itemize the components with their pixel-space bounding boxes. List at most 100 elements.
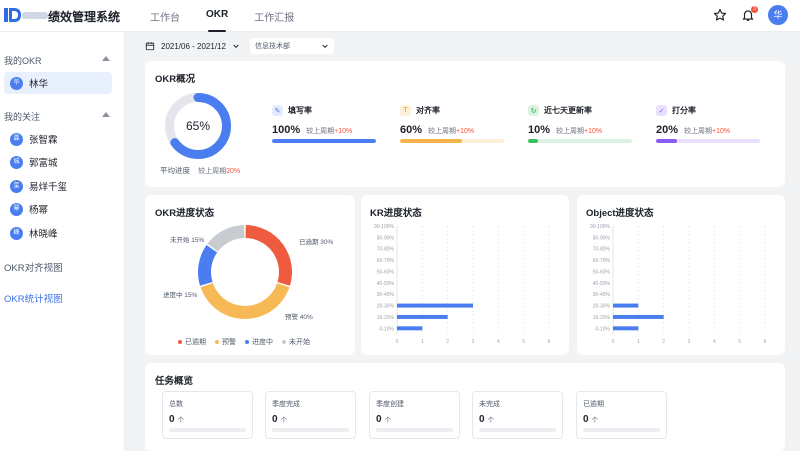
donut-slice[interactable] — [200, 283, 290, 319]
y-tick-label: 60-70% — [377, 258, 395, 264]
sidebar-user[interactable]: 霖 张智霖 — [4, 128, 112, 150]
sidebar-user-name: 杨幂 — [29, 205, 49, 216]
following-heading[interactable]: 我的关注 — [4, 110, 40, 123]
x-tick-label: 3 — [472, 339, 475, 345]
metric-values: 20% 较上周期+10% — [656, 124, 760, 136]
metric-header: ↻ 近七天更新率 — [528, 105, 632, 116]
metric-values: 60% 较上周期+10% — [400, 124, 504, 136]
metric-name: 近七天更新率 — [544, 106, 592, 115]
task-stat-value: 0个 — [272, 414, 287, 425]
avg-progress-ring: 65% — [163, 91, 233, 161]
okr-status-title: OKR进度状态 — [155, 208, 215, 219]
delta-value: 20% — [226, 168, 241, 175]
collapse-following-icon[interactable] — [102, 112, 110, 117]
task-stat-card[interactable]: 已逾期 0 个 — [576, 391, 667, 439]
notification-button[interactable]: 3 — [740, 6, 758, 23]
metric-header: ✓ 打分率 — [656, 105, 760, 116]
date-range-value: 2021/06 - 2021/12 — [161, 41, 226, 51]
kr-status-title: KR进度状态 — [370, 208, 422, 219]
nav-work-report[interactable]: 工作汇报 — [254, 9, 294, 32]
nav-okr[interactable]: OKR — [206, 9, 228, 32]
bar[interactable] — [613, 303, 639, 308]
x-tick-label: 6 — [764, 339, 767, 345]
sidebar-user-name: 易烊千玺 — [29, 182, 68, 193]
legend-label: 进度中 — [252, 339, 273, 346]
user-avatar[interactable]: 华 — [768, 5, 788, 25]
y-tick-label: 30-40% — [377, 292, 395, 298]
metric-value: 10% — [528, 124, 551, 136]
task-stat-label: 总数 — [169, 401, 183, 408]
sidebar-user[interactable]: 玺 易烊千玺 — [4, 175, 112, 197]
collapse-my-okr-icon[interactable] — [102, 56, 110, 61]
task-stat-card[interactable]: 季度创建 0 个 — [369, 391, 460, 439]
sidebar-user[interactable]: 幂 杨幂 — [4, 198, 112, 220]
bar[interactable] — [613, 314, 664, 319]
avg-progress-text: 平均进度 — [160, 166, 190, 175]
legend-item: 已逾期 — [178, 337, 206, 347]
task-stat-number: 0 — [479, 414, 485, 425]
my-okr-heading[interactable]: 我的OKR — [4, 54, 42, 67]
metric-compare: 较上周期+10% — [684, 126, 730, 136]
task-stat-number: 0 — [376, 414, 382, 425]
x-tick-label: 0 — [396, 339, 399, 345]
metric-compare: 较上周期+10% — [306, 126, 352, 136]
okr-status-donut — [198, 225, 292, 319]
x-tick-label: 4 — [713, 339, 716, 345]
metric-header: T 对齐率 — [400, 105, 504, 116]
sidebar-user-name: 张智霖 — [29, 135, 58, 146]
avatar: 城 — [10, 155, 23, 169]
sidebar-user[interactable]: 城 郭富城 — [4, 151, 112, 173]
avg-progress-label: 平均进度 较上周期20% — [160, 165, 240, 176]
metric-card: ✓ 打分率 20% 较上周期+10% — [656, 105, 760, 143]
sidebar-user-name: 林晓峰 — [29, 229, 58, 240]
task-stat-card[interactable]: 未完成 0 个 — [472, 391, 563, 439]
y-tick-label: 10-20% — [593, 315, 611, 321]
bar[interactable] — [397, 326, 423, 331]
y-tick-label: 90-100% — [374, 224, 395, 230]
compare-text: 较上周期 — [198, 168, 227, 175]
donut-slice[interactable] — [198, 245, 218, 286]
donut-slice[interactable] — [207, 225, 245, 252]
task-stat-bar — [376, 428, 453, 432]
metric-card: ↻ 近七天更新率 10% 较上周期+10% — [528, 105, 632, 143]
metric-name: 填写率 — [288, 106, 312, 115]
y-tick-label: 20-30% — [377, 304, 395, 310]
bar[interactable] — [397, 303, 473, 308]
date-range-picker[interactable]: 2021/06 - 2021/12 — [145, 41, 240, 51]
favorite-button[interactable] — [712, 7, 728, 23]
filter-bar: 2021/06 - 2021/12 信息技术部 — [145, 38, 334, 54]
x-tick-label: 1 — [421, 339, 424, 345]
nav-workbench[interactable]: 工作台 — [150, 9, 180, 32]
y-tick-label: 0-10% — [380, 326, 395, 332]
metric-progress-fill — [400, 139, 463, 143]
legend-item: 未开始 — [282, 337, 310, 347]
task-overview-title: 任务概览 — [155, 376, 194, 387]
main-nav: 工作台 OKR 工作汇报 — [150, 9, 320, 32]
task-stat-card[interactable]: 季度完成 0 个 — [265, 391, 356, 439]
y-tick-label: 60-70% — [593, 258, 611, 264]
y-tick-label: 80-90% — [377, 235, 395, 241]
sidebar-user-self[interactable]: 华 林华 — [4, 72, 112, 94]
sidebar-user[interactable]: 峰 林晓峰 — [4, 222, 112, 244]
task-stat-value: 0个 — [583, 414, 598, 425]
task-stat-unit: 个 — [384, 417, 392, 424]
donut-slice[interactable] — [245, 225, 292, 286]
sidebar-link-okr-alignment[interactable]: OKR对齐视图 — [4, 260, 63, 274]
x-tick-label: 1 — [637, 339, 640, 345]
legend-label: 预警 — [222, 339, 236, 346]
metric-values: 10% 较上周期+10% — [528, 124, 632, 136]
metric-progress-fill — [528, 139, 539, 143]
department-value: 信息技术部 — [254, 43, 290, 50]
metric-compare: 较上周期+10% — [556, 126, 602, 136]
bar[interactable] — [613, 326, 639, 331]
task-stat-bar — [583, 428, 660, 432]
task-stat-card[interactable]: 总数 0 个 — [162, 391, 253, 439]
x-tick-label: 0 — [612, 339, 615, 345]
metric-progress-bar — [400, 139, 504, 143]
avatar: 幂 — [10, 202, 23, 216]
task-stat-value: 0个 — [169, 414, 184, 425]
department-select[interactable]: 信息技术部 — [249, 38, 334, 54]
sidebar-link-okr-stats[interactable]: OKR统计视图 — [4, 291, 63, 305]
task-stat-number: 0 — [583, 414, 589, 425]
bar[interactable] — [397, 314, 448, 319]
